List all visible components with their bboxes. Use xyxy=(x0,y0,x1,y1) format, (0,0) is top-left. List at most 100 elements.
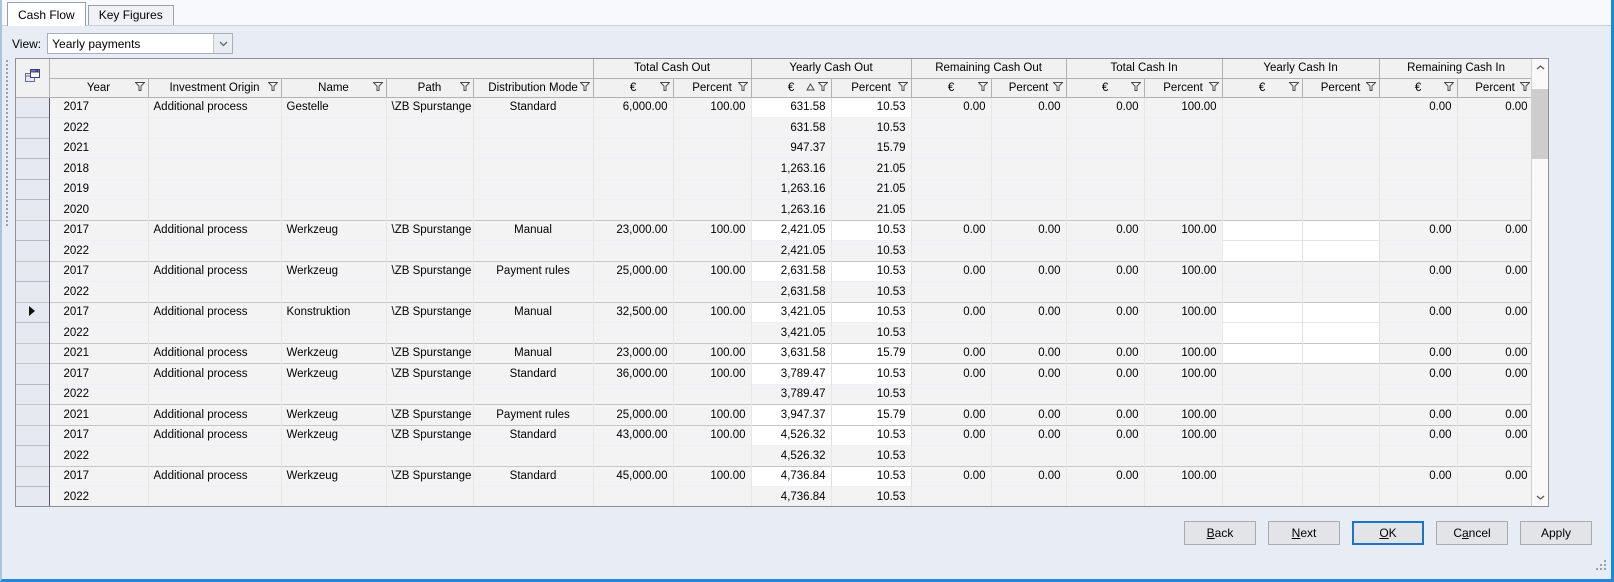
cell-yci_eur[interactable] xyxy=(1222,200,1302,221)
row-header[interactable] xyxy=(16,466,49,487)
cell-tco_eur[interactable] xyxy=(593,138,673,159)
row-header[interactable] xyxy=(16,302,49,323)
cell-rco_pct[interactable] xyxy=(991,282,1066,303)
cell-path[interactable]: \ZB Spurstange xyxy=(386,466,473,487)
cell-path[interactable] xyxy=(386,487,473,507)
cell-rci_eur[interactable]: 0.00 xyxy=(1379,364,1457,385)
cell-name[interactable]: Gestelle xyxy=(281,97,386,118)
cell-rco_eur[interactable]: 0.00 xyxy=(911,97,991,118)
cell-origin[interactable] xyxy=(148,282,281,303)
cell-tco_eur[interactable] xyxy=(593,487,673,507)
cell-tci_eur[interactable] xyxy=(1066,118,1144,139)
cell-rco_eur[interactable] xyxy=(911,323,991,344)
row-header[interactable] xyxy=(16,220,49,241)
cell-rci_eur[interactable]: 0.00 xyxy=(1379,220,1457,241)
cell-rci_eur[interactable] xyxy=(1379,179,1457,200)
cell-path[interactable] xyxy=(386,282,473,303)
cell-path[interactable] xyxy=(386,159,473,180)
cell-yco_eur[interactable]: 3,631.58 xyxy=(751,343,831,364)
cell-rci_eur[interactable]: 0.00 xyxy=(1379,261,1457,282)
cell-path[interactable] xyxy=(386,241,473,262)
cell-rco_eur[interactable] xyxy=(911,282,991,303)
cell-path[interactable] xyxy=(386,138,473,159)
col-header-mode[interactable]: Distribution Mode xyxy=(473,78,593,97)
cell-tco_eur[interactable] xyxy=(593,384,673,405)
cell-yci_pct[interactable] xyxy=(1302,384,1379,405)
cell-origin[interactable] xyxy=(148,179,281,200)
cell-mode[interactable]: Payment rules xyxy=(473,261,593,282)
cell-rci_eur[interactable] xyxy=(1379,241,1457,262)
cell-yco_pct[interactable]: 10.53 xyxy=(831,241,911,262)
cell-yco_pct[interactable]: 10.53 xyxy=(831,364,911,385)
cell-tco_eur[interactable] xyxy=(593,159,673,180)
cell-rco_eur[interactable] xyxy=(911,487,991,507)
cell-yco_eur[interactable]: 1,263.16 xyxy=(751,159,831,180)
cell-mode[interactable] xyxy=(473,446,593,467)
cell-path[interactable] xyxy=(386,179,473,200)
cell-rci_pct[interactable] xyxy=(1457,118,1531,139)
row-header[interactable] xyxy=(16,425,49,446)
cell-path[interactable]: \ZB Spurstange xyxy=(386,261,473,282)
cell-path[interactable]: \ZB Spurstange xyxy=(386,405,473,426)
cell-tco_pct[interactable]: 100.00 xyxy=(673,97,751,118)
cell-year[interactable]: 2022 xyxy=(49,323,148,344)
cell-rco_pct[interactable]: 0.00 xyxy=(991,302,1066,323)
scrollbar-thumb[interactable] xyxy=(1532,89,1548,159)
cell-rco_pct[interactable] xyxy=(991,241,1066,262)
cell-tci_pct[interactable] xyxy=(1144,446,1222,467)
cell-mode[interactable]: Manual xyxy=(473,220,593,241)
cell-tci_eur[interactable] xyxy=(1066,159,1144,180)
cell-mode[interactable] xyxy=(473,282,593,303)
col-header-yco_pct[interactable]: Percent xyxy=(831,78,911,97)
cell-yci_pct[interactable] xyxy=(1302,97,1379,118)
col-header-tci_eur[interactable]: € xyxy=(1066,78,1144,97)
cell-yci_pct[interactable] xyxy=(1302,261,1379,282)
cell-path[interactable]: \ZB Spurstange xyxy=(386,220,473,241)
chevron-down-icon[interactable] xyxy=(213,34,232,53)
cell-tco_eur[interactable]: 6,000.00 xyxy=(593,97,673,118)
cell-tci_eur[interactable] xyxy=(1066,384,1144,405)
cell-tco_pct[interactable] xyxy=(673,159,751,180)
row-header[interactable] xyxy=(16,97,49,118)
cell-tci_eur[interactable]: 0.00 xyxy=(1066,302,1144,323)
cell-rci_pct[interactable] xyxy=(1457,323,1531,344)
cell-year[interactable]: 2022 xyxy=(49,118,148,139)
cell-tco_eur[interactable]: 23,000.00 xyxy=(593,220,673,241)
cell-year[interactable]: 2017 xyxy=(49,364,148,385)
cell-origin[interactable]: Additional process xyxy=(148,97,281,118)
cell-mode[interactable] xyxy=(473,138,593,159)
cell-year[interactable]: 2022 xyxy=(49,487,148,507)
cell-yci_eur[interactable] xyxy=(1222,159,1302,180)
cell-rci_eur[interactable] xyxy=(1379,159,1457,180)
filter-funnel-icon[interactable] xyxy=(898,82,908,94)
cell-rco_pct[interactable]: 0.00 xyxy=(991,425,1066,446)
cell-rco_eur[interactable]: 0.00 xyxy=(911,405,991,426)
cell-rci_pct[interactable] xyxy=(1457,446,1531,467)
resize-grip[interactable] xyxy=(1596,557,1606,575)
cell-yco_eur[interactable]: 2,631.58 xyxy=(751,261,831,282)
col-header-yci_pct[interactable]: Percent xyxy=(1302,78,1379,97)
cell-tco_pct[interactable]: 100.00 xyxy=(673,425,751,446)
col-header-rco_pct[interactable]: Percent xyxy=(991,78,1066,97)
cell-tco_eur[interactable]: 25,000.00 xyxy=(593,405,673,426)
cell-origin[interactable]: Additional process xyxy=(148,466,281,487)
cell-yco_eur[interactable]: 3,421.05 xyxy=(751,302,831,323)
cell-path[interactable]: \ZB Spurstange xyxy=(386,302,473,323)
cell-rco_eur[interactable] xyxy=(911,200,991,221)
cell-rci_eur[interactable]: 0.00 xyxy=(1379,343,1457,364)
cell-path[interactable]: \ZB Spurstange xyxy=(386,97,473,118)
cell-mode[interactable] xyxy=(473,159,593,180)
cell-yco_pct[interactable]: 21.05 xyxy=(831,179,911,200)
cell-yco_eur[interactable]: 4,736.84 xyxy=(751,466,831,487)
cell-yci_eur[interactable] xyxy=(1222,118,1302,139)
cell-yco_eur[interactable]: 2,631.58 xyxy=(751,282,831,303)
cell-rci_eur[interactable]: 0.00 xyxy=(1379,302,1457,323)
cell-rco_eur[interactable] xyxy=(911,446,991,467)
cell-rco_pct[interactable]: 0.00 xyxy=(991,405,1066,426)
cell-rco_pct[interactable] xyxy=(991,179,1066,200)
cell-path[interactable]: \ZB Spurstange xyxy=(386,364,473,385)
cell-rco_eur[interactable]: 0.00 xyxy=(911,302,991,323)
cell-origin[interactable] xyxy=(148,200,281,221)
cell-origin[interactable]: Additional process xyxy=(148,261,281,282)
cell-origin[interactable] xyxy=(148,487,281,507)
